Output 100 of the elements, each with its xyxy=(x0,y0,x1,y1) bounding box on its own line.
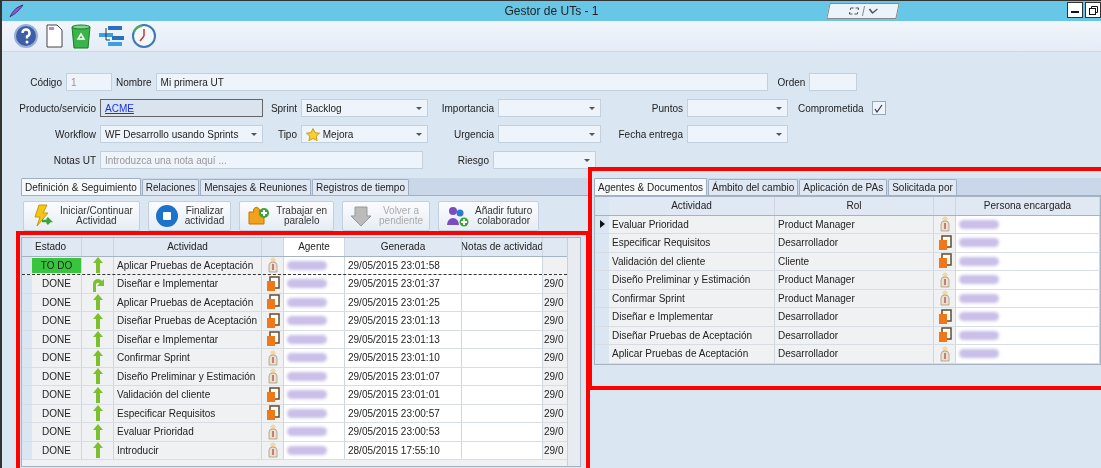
tab[interactable]: Aplicación de PAs xyxy=(799,179,888,195)
table-row[interactable]: Diseño Preliminar y Estimación Product Manager xyxy=(595,271,1100,290)
table-cell: Diseñar e Implementar xyxy=(114,330,262,348)
checkmark-icon xyxy=(874,103,884,113)
tab[interactable]: Agentes & Documentos xyxy=(594,178,708,195)
table-row[interactable]: DONE Diseñar e Implementar 29/05/2015 23:01:37 29/0 xyxy=(22,275,567,294)
order-field[interactable] xyxy=(809,73,858,91)
table-cell: Aplicar Pruebas de Aceptación xyxy=(114,256,262,274)
person-icon xyxy=(939,290,950,307)
tab[interactable]: Registros de tiempo xyxy=(312,179,409,195)
clock-button[interactable] xyxy=(132,24,156,48)
document-button[interactable] xyxy=(44,23,64,49)
delivery-date-dropdown[interactable] xyxy=(687,125,788,143)
table-cell: Validación del cliente xyxy=(609,252,775,270)
person-icon xyxy=(267,423,278,440)
table-row[interactable]: DONE Validación del cliente 29/05/2015 23:01:01 29/0 xyxy=(22,386,567,405)
expand-icon xyxy=(847,7,860,15)
table-row[interactable]: DONE Confirmar Sprint 29/05/2015 23:01:10 29/0 xyxy=(22,349,567,368)
status-cell: DONE xyxy=(32,367,82,385)
hierarchy-button[interactable] xyxy=(98,24,126,48)
role-icon xyxy=(937,253,952,270)
product-link[interactable]: ACME xyxy=(105,102,134,114)
table-cell: Diseñar e Implementar xyxy=(114,275,262,293)
up-arrow-icon xyxy=(92,349,103,366)
tab[interactable]: Mensajes & Reuniones xyxy=(200,179,312,195)
tab[interactable]: Relaciones xyxy=(141,179,200,195)
table-row[interactable]: DONE Diseñar e Implementar 29/05/2015 23:01:13 29/0 xyxy=(22,330,567,349)
minimize-button[interactable] xyxy=(1067,2,1083,18)
table-cell: Confirmar Sprint xyxy=(609,289,775,307)
workflow-dropdown[interactable]: WF Desarrollo usando Sprints xyxy=(100,125,263,143)
table-cell: Desarrollador xyxy=(775,326,934,344)
table-cell: Aplicar Pruebas de Aceptación xyxy=(114,293,262,311)
type-dropdown[interactable]: Mejora xyxy=(301,125,428,143)
table-row[interactable]: DONE Evaluar Prioridad 29/05/2015 23:00:53 29/0 xyxy=(22,423,567,442)
status-cell: DONE xyxy=(32,349,82,367)
feather-icon xyxy=(8,4,24,18)
table-row[interactable]: Diseñar e Implementar Desarrollador xyxy=(595,308,1100,327)
table-cell: Diseño Preliminar y Estimación xyxy=(609,271,775,289)
table-cell: Evaluar Prioridad xyxy=(114,423,262,441)
table-row[interactable]: DONE Diseñar Pruebas de Aceptación 29/05/2015 23:01:13 29/0 xyxy=(22,312,567,331)
field-label: Workflow xyxy=(54,128,96,140)
delete-button[interactable] xyxy=(70,23,92,49)
notes-field[interactable]: Introduzca una nota aquí ... xyxy=(100,151,423,169)
field-label: Fecha entrega xyxy=(617,128,683,140)
scrollbar[interactable] xyxy=(567,238,580,466)
tab[interactable]: Definición & Seguimiento xyxy=(21,178,141,195)
blurred-name xyxy=(284,423,345,441)
name-field[interactable]: Mi primera UT xyxy=(155,73,768,91)
table-row[interactable]: Diseñar Pruebas de Aceptación Desarrollador xyxy=(595,326,1100,345)
role-icon xyxy=(265,294,280,311)
column-header: Notas de actividad xyxy=(462,238,543,256)
table-row[interactable]: Confirmar Sprint Product Manager xyxy=(595,289,1100,308)
status-cell: DONE xyxy=(32,423,82,441)
table-cell: 29/05/2015 23:01:10 xyxy=(345,349,462,367)
role-icon xyxy=(265,275,280,292)
table-row[interactable]: DONE Introducir 28/05/2015 17:55:10 29/0 xyxy=(22,441,567,460)
table-row[interactable]: Validación del cliente Cliente xyxy=(595,252,1100,271)
action-button[interactable]: Añadir futuro colaborador xyxy=(438,201,540,231)
field-label: Urgencia xyxy=(452,128,494,140)
table-cell: Diseñar Pruebas de Aceptación xyxy=(114,312,262,330)
person-icon xyxy=(267,349,278,366)
table-row[interactable]: DONE Diseño Preliminar y Estimación 29/05/2015 23:01:07 29/0 xyxy=(22,367,567,386)
action-button[interactable]: Trabajar en paralelo xyxy=(239,201,335,231)
action-button[interactable]: Iniciar/Continuar Actividad xyxy=(23,201,140,231)
help-button[interactable] xyxy=(14,24,38,48)
table-row[interactable]: DONE Especificar Requisitos 29/05/2015 23:00:57 29/0 xyxy=(22,404,567,423)
importance-dropdown[interactable] xyxy=(498,99,601,117)
table-cell: Diseñar Pruebas de Aceptación xyxy=(609,326,775,344)
role-icon xyxy=(265,386,280,403)
table-row[interactable]: Especificar Requisitos Desarrollador xyxy=(595,234,1100,253)
tab[interactable]: Solicitada por xyxy=(888,179,957,195)
urgency-dropdown[interactable] xyxy=(498,125,601,143)
tab[interactable]: Ámbito del cambio xyxy=(708,179,799,195)
action-button[interactable]: Finalizar actividad xyxy=(147,201,232,231)
table-row[interactable]: DONE Aplicar Pruebas de Aceptación 29/05/2015 23:01:25 29/0 xyxy=(22,293,567,312)
up-arrow-icon xyxy=(92,405,103,422)
product-field[interactable]: ACME xyxy=(100,99,263,117)
row-pointer-icon xyxy=(599,220,605,229)
points-dropdown[interactable] xyxy=(687,99,788,117)
status-cell: DONE xyxy=(32,312,82,330)
blurred-name xyxy=(284,386,345,404)
field-label: Comprometida xyxy=(798,102,864,114)
field-label: Nombre xyxy=(116,76,152,88)
window-title: Gestor de UTs - 1 xyxy=(504,4,599,18)
table-row[interactable]: TO DO Aplicar Pruebas de Aceptación 29/05/2015 23:01:58 xyxy=(22,256,567,275)
table-cell: Product Manager xyxy=(775,289,934,307)
restore-button[interactable] xyxy=(1085,2,1101,18)
document-icon xyxy=(44,23,64,49)
person-icon xyxy=(267,257,278,274)
table-cell: Aplicar Pruebas de Aceptación xyxy=(609,345,775,363)
title-widget[interactable] xyxy=(826,3,900,19)
up-arrow-icon xyxy=(92,442,103,459)
stop-icon xyxy=(154,204,179,228)
table-cell: Product Manager xyxy=(775,271,934,289)
risk-dropdown[interactable] xyxy=(493,151,596,169)
sprint-dropdown[interactable]: Backlog xyxy=(301,99,428,117)
committed-checkbox[interactable] xyxy=(871,101,886,115)
table-row[interactable]: Evaluar Prioridad Product Manager xyxy=(595,215,1100,234)
table-cell: Product Manager xyxy=(775,215,934,233)
table-row[interactable]: Aplicar Pruebas de Aceptación Desarrollador xyxy=(595,345,1100,364)
